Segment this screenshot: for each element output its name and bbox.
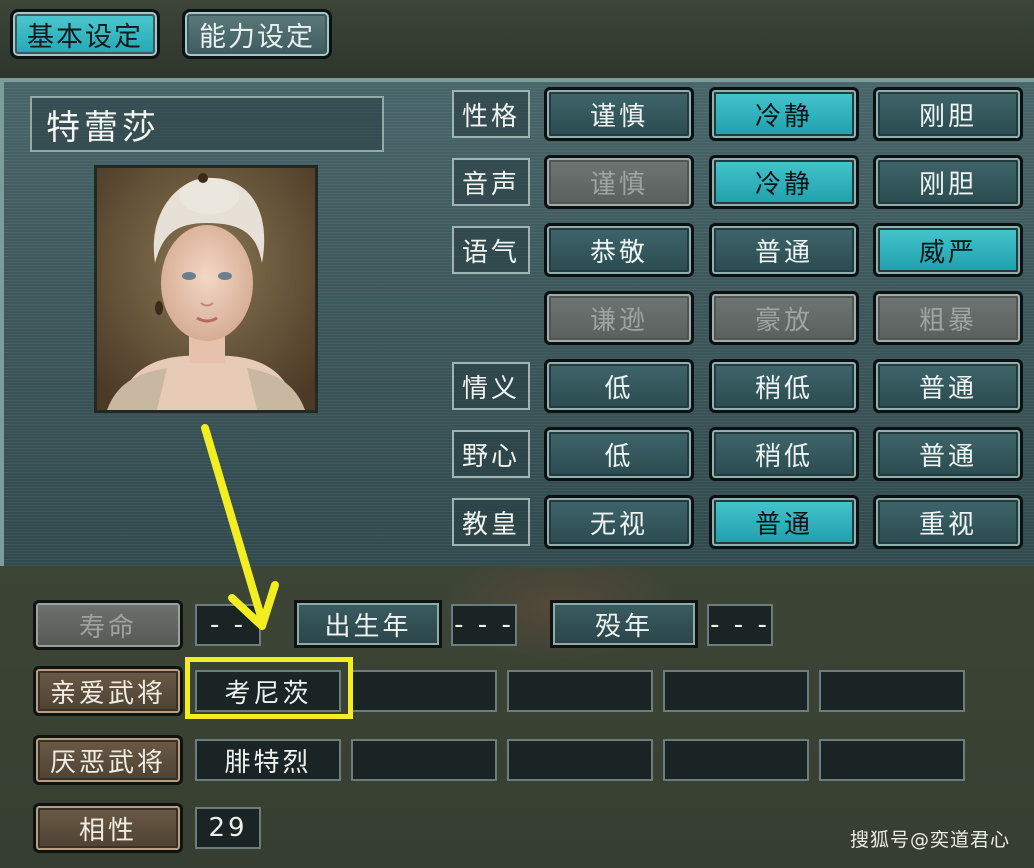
affinity-value[interactable]: 29 <box>195 807 261 849</box>
label-loyalty: 情义 <box>452 362 530 410</box>
favorite-general-slot[interactable] <box>819 670 965 712</box>
personality-option-calm[interactable]: 冷静 <box>709 87 859 141</box>
lifespan-value: - - <box>195 604 261 646</box>
ambition-option-normal[interactable]: 普通 <box>873 427 1023 481</box>
pope-option-ignore[interactable]: 无视 <box>544 495 694 549</box>
label-tone: 语气 <box>452 226 530 274</box>
tone-option-respectful[interactable]: 恭敬 <box>544 223 694 277</box>
ambition-option-low[interactable]: 低 <box>544 427 694 481</box>
tab-basic-settings[interactable]: 基本设定 <box>10 9 160 59</box>
disliked-general-slot[interactable] <box>507 739 653 781</box>
tone-option-humble: 谦逊 <box>544 291 694 345</box>
favorite-general-button[interactable]: 亲爱武将 <box>33 666 183 716</box>
tone-option-normal[interactable]: 普通 <box>709 223 859 277</box>
loyalty-option-slightly-low[interactable]: 稍低 <box>709 359 859 413</box>
affinity-button[interactable]: 相性 <box>33 803 183 853</box>
loyalty-option-low[interactable]: 低 <box>544 359 694 413</box>
personality-option-bold[interactable]: 刚胆 <box>873 87 1023 141</box>
voice-option-bold[interactable]: 刚胆 <box>873 155 1023 209</box>
personality-option-cautious[interactable]: 谨慎 <box>544 87 694 141</box>
disliked-general-slot[interactable] <box>351 739 497 781</box>
tone-option-rude: 粗暴 <box>873 291 1023 345</box>
label-ambition: 野心 <box>452 430 530 478</box>
voice-option-cautious: 谨慎 <box>544 155 694 209</box>
tab-bar: 基本设定 能力设定 <box>0 0 1034 78</box>
favorite-general-slot[interactable] <box>507 670 653 712</box>
favorite-general-slot[interactable] <box>663 670 809 712</box>
favorite-general-slot[interactable] <box>351 670 497 712</box>
disliked-general-slot[interactable] <box>819 739 965 781</box>
disliked-general-slot[interactable] <box>663 739 809 781</box>
watermark: 搜狐号@奕道君心 <box>849 829 1010 851</box>
character-name[interactable]: 特蕾莎 <box>30 96 384 152</box>
pope-option-normal[interactable]: 普通 <box>709 495 859 549</box>
death-year-label: 殁年 <box>550 600 698 648</box>
birth-year-label: 出生年 <box>294 600 442 648</box>
birth-year-value[interactable]: - - - <box>451 604 517 646</box>
disliked-general-button[interactable]: 厌恶武将 <box>33 735 183 785</box>
portrait-drawing <box>97 168 315 410</box>
favorite-general-slot[interactable]: 考尼茨 <box>195 670 341 712</box>
label-personality: 性格 <box>452 90 530 138</box>
portrait-image <box>94 165 318 413</box>
voice-option-calm[interactable]: 冷静 <box>709 155 859 209</box>
label-pope: 教皇 <box>452 498 530 546</box>
tone-option-unrestrained: 豪放 <box>709 291 859 345</box>
ambition-option-slightly-low[interactable]: 稍低 <box>709 427 859 481</box>
disliked-general-slot[interactable]: 腓特烈 <box>195 739 341 781</box>
lifespan-button: 寿命 <box>33 600 183 650</box>
pope-option-value[interactable]: 重视 <box>873 495 1023 549</box>
tone-option-majestic[interactable]: 威严 <box>873 223 1023 277</box>
death-year-value[interactable]: - - - <box>707 604 773 646</box>
label-voice: 音声 <box>452 158 530 206</box>
tab-ability-settings[interactable]: 能力设定 <box>182 9 332 59</box>
loyalty-option-normal[interactable]: 普通 <box>873 359 1023 413</box>
